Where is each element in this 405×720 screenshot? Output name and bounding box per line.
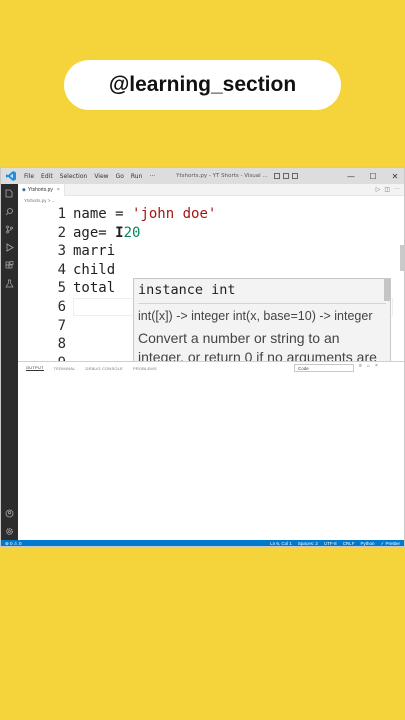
hover-doc-signature: int([x]) -> integer int(x, base=10) -> i…: [138, 309, 373, 323]
close-window-button[interactable]: ✕: [384, 172, 404, 181]
activity-bar: [1, 184, 18, 543]
settings-gear-icon[interactable]: [4, 526, 15, 537]
layout-controls: [273, 173, 298, 179]
line-number: 8: [57, 336, 66, 353]
breadcrumb-path: Ytshorts.py > ...: [24, 198, 56, 203]
tab-terminal[interactable]: TERMINAL: [54, 366, 76, 371]
indentation[interactable]: Spaces: 2: [298, 541, 318, 546]
toggle-sidebar-icon[interactable]: [273, 173, 280, 179]
search-icon[interactable]: [4, 206, 15, 217]
testing-icon[interactable]: [4, 278, 15, 289]
menu-go[interactable]: Go: [116, 173, 124, 180]
more-actions-icon[interactable]: ···: [394, 186, 400, 193]
line-number: 6: [57, 298, 66, 315]
line-number: 5: [57, 280, 66, 297]
source-control-icon[interactable]: [4, 224, 15, 235]
menu-view[interactable]: View: [94, 173, 108, 180]
code-line-4: child: [73, 261, 116, 278]
line-number: 3: [57, 243, 66, 260]
line-number: 1: [57, 206, 66, 222]
problems-count[interactable]: ⊗ 0 ⚠ 0: [5, 541, 22, 546]
hover-signature: instance int: [138, 282, 236, 298]
line-ending[interactable]: CRLF: [343, 541, 355, 546]
menu-more[interactable]: ···: [149, 173, 155, 180]
window-controls: — ☐ ✕: [340, 172, 404, 181]
tab-problems[interactable]: PROBLEMS: [133, 366, 157, 371]
panel-actions: ≡ ⌂ ×: [359, 363, 378, 369]
account-icon[interactable]: [4, 508, 15, 519]
tab-output[interactable]: OUTPUT: [26, 365, 44, 371]
channel-handle-text: @learning_section: [108, 73, 297, 96]
split-editor-icon[interactable]: ◫: [384, 186, 390, 193]
toggle-panel-icon[interactable]: [282, 173, 289, 179]
code-line-1: name = 'john doe': [73, 206, 217, 222]
vscode-logo-icon: [4, 169, 18, 183]
menu-edit[interactable]: Edit: [41, 173, 53, 180]
vscode-window: File Edit Selection View Go Run ··· Ytsh…: [0, 167, 405, 547]
status-bar: ⊗ 0 ⚠ 0 Ln 6, Col 1 Spaces: 2 UTF-8 CRLF…: [1, 540, 404, 546]
tab-label: Ytshorts.py: [27, 186, 53, 193]
menu-selection[interactable]: Selection: [60, 173, 88, 180]
hover-scrollbar[interactable]: [384, 279, 390, 301]
menu-file[interactable]: File: [24, 173, 34, 180]
python-file-icon: ◆: [22, 186, 26, 193]
line-number: 9: [18, 354, 66, 361]
line-number: 4: [57, 261, 66, 278]
code-line-3: marri: [73, 243, 116, 260]
line-number-gutter: 1 2 3 4 5 6 7 8 9: [18, 205, 66, 361]
maximize-button[interactable]: ☐: [362, 172, 384, 181]
extensions-icon[interactable]: [4, 260, 15, 271]
output-channel-select[interactable]: Code: [294, 364, 354, 372]
editor-scrollbar[interactable]: [400, 245, 404, 271]
output-channel-value: Code: [298, 366, 309, 371]
hover-doc-text: Convert a number or string to an integer…: [138, 330, 377, 361]
encoding[interactable]: UTF-8: [324, 541, 337, 546]
code-line-2: age= I20: [73, 224, 141, 241]
tab-close-icon[interactable]: ×: [57, 187, 60, 193]
run-file-icon[interactable]: ▷: [376, 186, 381, 193]
title-bar: File Edit Selection View Go Run ··· Ytsh…: [1, 168, 404, 184]
lock-scroll-icon[interactable]: ⌂: [367, 363, 370, 369]
editor-actions: ▷ ◫ ···: [376, 186, 404, 193]
tab-ytshorts-py[interactable]: ◆ Ytshorts.py ×: [18, 183, 65, 196]
channel-handle-badge: @learning_section: [64, 60, 341, 110]
tab-debug-console[interactable]: DEBUG CONSOLE: [85, 366, 123, 371]
close-panel-icon[interactable]: ×: [375, 363, 378, 369]
customize-layout-icon[interactable]: [291, 173, 298, 179]
code-editor[interactable]: 1 2 3 4 5 6 7 8 9 name = 'john doe' age=…: [18, 205, 404, 361]
breadcrumb[interactable]: Ytshorts.py > ...: [18, 196, 404, 205]
menu-run[interactable]: Run: [131, 173, 143, 180]
prettier-status[interactable]: ✓ Prettier: [380, 541, 400, 546]
run-debug-icon[interactable]: [4, 242, 15, 253]
explorer-icon[interactable]: [4, 188, 15, 199]
hover-tooltip: instance int int([x]) -> integer int(x, …: [133, 278, 391, 361]
clear-output-icon[interactable]: ≡: [359, 363, 362, 369]
language-mode[interactable]: Python: [360, 541, 374, 546]
line-number: 2: [57, 224, 66, 241]
line-number: 7: [57, 317, 66, 334]
minimize-button[interactable]: —: [340, 172, 362, 181]
text-cursor-icon: I: [115, 224, 124, 241]
window-title: Ytshorts.py - YT Shorts - Visual ...: [176, 173, 268, 179]
cursor-position[interactable]: Ln 6, Col 1: [270, 541, 292, 546]
editor-tabs: ◆ Ytshorts.py × ▷ ◫ ···: [18, 183, 404, 196]
